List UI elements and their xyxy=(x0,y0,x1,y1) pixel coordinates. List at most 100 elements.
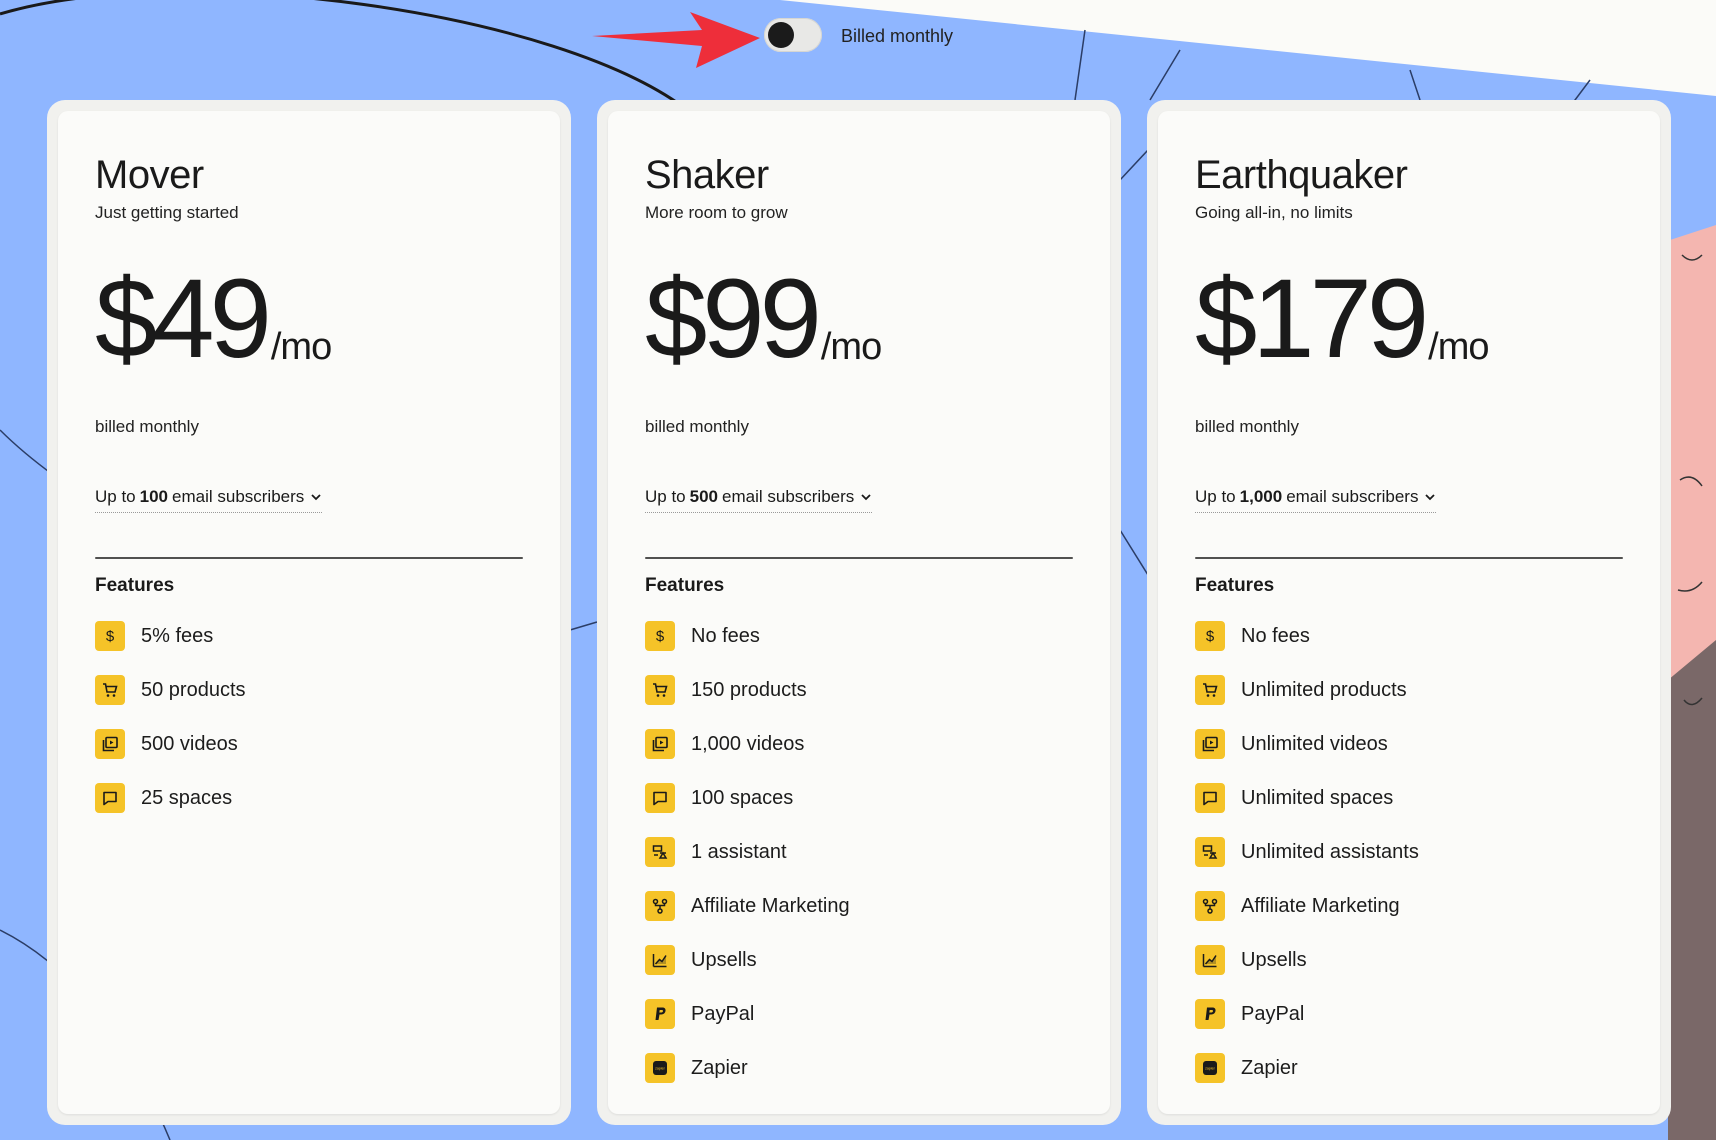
price-period: /mo xyxy=(820,326,882,368)
feature-item: 1,000 videos xyxy=(645,729,1073,759)
chat-icon xyxy=(645,783,675,813)
subscriber-prefix: Up to xyxy=(1195,487,1236,506)
zapier-icon: zapier xyxy=(645,1053,675,1083)
feature-text: Unlimited spaces xyxy=(1241,786,1394,809)
plan-name: Mover xyxy=(95,153,204,197)
svg-text:$: $ xyxy=(1206,628,1215,645)
chevron-down-icon xyxy=(311,494,321,501)
feature-text: PayPal xyxy=(1241,1002,1305,1025)
subscriber-prefix: Up to xyxy=(645,487,686,506)
plan-cards: Mover Just getting started $49 /mo bille… xyxy=(47,100,1671,1125)
price-row: $99 /mo xyxy=(645,256,1073,381)
paypal-icon xyxy=(1195,999,1225,1029)
feature-text: 5% fees xyxy=(141,624,214,647)
feature-item: Affiliate Marketing xyxy=(1195,891,1623,921)
subscriber-suffix: email subscribers xyxy=(1286,487,1419,506)
divider xyxy=(1195,557,1623,559)
cart-icon xyxy=(95,675,125,705)
plan-card-body: Shaker More room to grow $99 /mo billed … xyxy=(608,111,1110,1114)
billing-note: billed monthly xyxy=(95,417,199,436)
svg-text:$: $ xyxy=(106,628,115,645)
feature-item: $ No fees xyxy=(1195,621,1623,651)
feature-text: 500 videos xyxy=(141,732,238,755)
assistant-icon xyxy=(1195,837,1225,867)
subscriber-count: 1,000 xyxy=(1239,487,1283,506)
features-heading: Features xyxy=(95,575,175,596)
feature-text: Affiliate Marketing xyxy=(1241,894,1400,917)
divider xyxy=(95,557,523,559)
subscriber-tier-dropdown[interactable]: Up to 500 email subscribers xyxy=(645,487,873,513)
feature-text: PayPal xyxy=(691,1002,755,1025)
feature-item: PayPal xyxy=(645,999,1073,1029)
subscriber-count: 100 xyxy=(139,487,169,506)
divider xyxy=(645,557,1073,559)
video-icon xyxy=(645,729,675,759)
feature-text: Upsells xyxy=(691,948,757,971)
price-period: /mo xyxy=(270,326,332,368)
chat-icon xyxy=(95,783,125,813)
subscriber-tier-dropdown[interactable]: Up to 1,000 email subscribers xyxy=(1195,487,1437,513)
plan-price: $49 xyxy=(95,256,272,381)
billing-toggle-label: Billed monthly xyxy=(841,26,954,46)
price-row: $179 /mo xyxy=(1195,256,1623,381)
feature-item: Unlimited spaces xyxy=(1195,783,1623,813)
plan-name: Earthquaker xyxy=(1195,153,1408,197)
affiliate-icon xyxy=(645,891,675,921)
subscriber-prefix: Up to xyxy=(95,487,136,506)
feature-item: Upsells xyxy=(1195,945,1623,975)
feature-list: $ No fees Unlimited products Unlimited vide… xyxy=(1195,621,1623,1083)
feature-list: $ No fees 150 products 1,000 videos 100 spac… xyxy=(645,621,1073,1083)
subscriber-tier-dropdown[interactable]: Up to 100 email subscribers xyxy=(95,487,323,513)
feature-item: 50 products xyxy=(95,675,523,705)
video-icon xyxy=(95,729,125,759)
billing-toggle[interactable] xyxy=(764,18,822,52)
feature-text: No fees xyxy=(691,624,760,647)
affiliate-icon xyxy=(1195,891,1225,921)
upsell-icon xyxy=(645,945,675,975)
svg-text:zapier: zapier xyxy=(1205,1067,1216,1071)
feature-item: PayPal xyxy=(1195,999,1623,1029)
assistant-icon xyxy=(645,837,675,867)
chevron-down-icon xyxy=(1425,494,1436,501)
price-row: $49 /mo xyxy=(95,256,523,381)
subscriber-count: 500 xyxy=(689,487,719,506)
feature-item: 100 spaces xyxy=(645,783,1073,813)
plan-card-earthquaker: Earthquaker Going all-in, no limits $179… xyxy=(1147,100,1671,1125)
feature-item: 150 products xyxy=(645,675,1073,705)
dollar-icon: $ xyxy=(95,621,125,651)
feature-text: 50 products xyxy=(141,678,246,701)
feature-item: Unlimited videos xyxy=(1195,729,1623,759)
cart-icon xyxy=(1195,675,1225,705)
svg-text:zapier: zapier xyxy=(655,1067,666,1071)
zapier-icon: zapier xyxy=(1195,1053,1225,1083)
feature-item: $ No fees xyxy=(645,621,1073,651)
arrow-annotation-icon xyxy=(592,12,760,68)
feature-item: zapier Zapier xyxy=(645,1053,1073,1083)
toggle-knob xyxy=(768,22,794,48)
feature-item: zapier Zapier xyxy=(1195,1053,1623,1083)
plan-card-body: Earthquaker Going all-in, no limits $179… xyxy=(1158,111,1660,1114)
video-icon xyxy=(1195,729,1225,759)
chevron-down-icon xyxy=(861,494,871,501)
feature-text: Unlimited products xyxy=(1241,678,1407,701)
plan-price: $99 xyxy=(645,256,822,381)
paypal-icon xyxy=(645,999,675,1029)
plan-card-mover: Mover Just getting started $49 /mo bille… xyxy=(47,100,571,1125)
plan-price: $179 xyxy=(1195,256,1429,381)
cart-icon xyxy=(645,675,675,705)
plan-name: Shaker xyxy=(645,153,769,197)
feature-text: Unlimited videos xyxy=(1241,732,1388,755)
dollar-icon: $ xyxy=(645,621,675,651)
feature-item: 1 assistant xyxy=(645,837,1073,867)
feature-item: Unlimited assistants xyxy=(1195,837,1623,867)
feature-item: Affiliate Marketing xyxy=(645,891,1073,921)
dollar-icon: $ xyxy=(1195,621,1225,651)
feature-item: Unlimited products xyxy=(1195,675,1623,705)
feature-text: 25 spaces xyxy=(141,786,233,809)
features-heading: Features xyxy=(645,575,725,596)
plan-card-body: Mover Just getting started $49 /mo bille… xyxy=(58,111,560,1114)
feature-text: Zapier xyxy=(1241,1056,1298,1079)
chat-icon xyxy=(1195,783,1225,813)
feature-text: Unlimited assistants xyxy=(1241,840,1419,863)
billing-note: billed monthly xyxy=(645,417,749,436)
